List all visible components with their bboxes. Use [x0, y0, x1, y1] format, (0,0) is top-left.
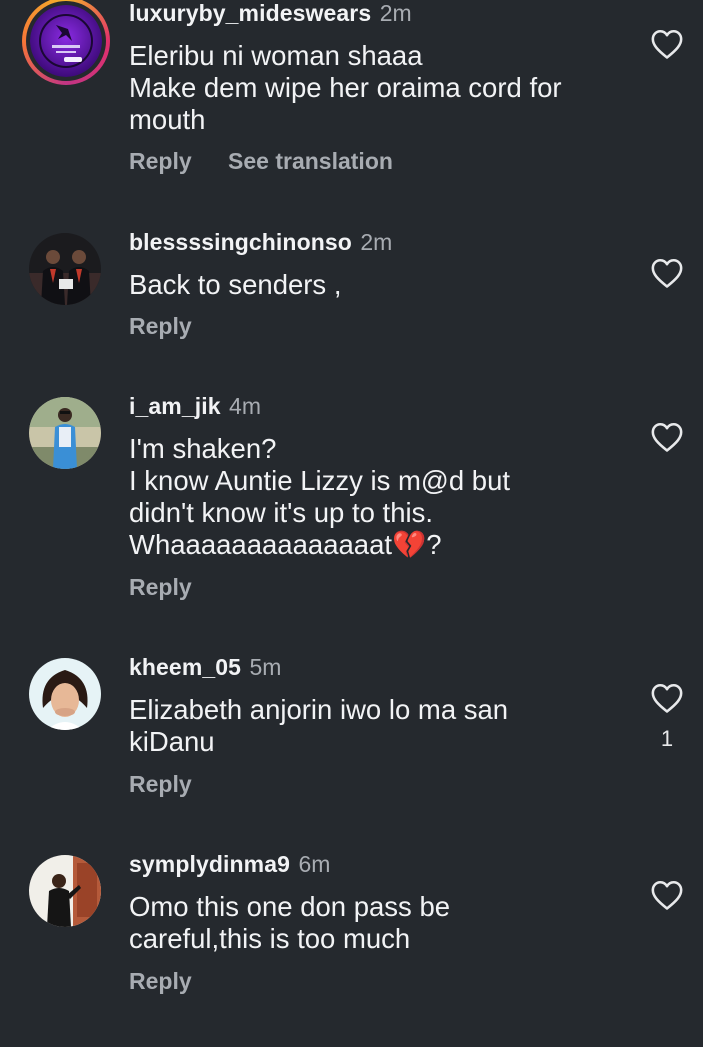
- avatar-symplydinma9[interactable]: [29, 855, 101, 927]
- comment-username[interactable]: symplydinma9: [129, 851, 290, 877]
- reply-button[interactable]: Reply: [129, 574, 192, 600]
- comment-time: 6m: [298, 851, 331, 877]
- see-translation-button[interactable]: See translation: [228, 148, 393, 174]
- avatar-ring-gap: [26, 1, 106, 81]
- reply-button[interactable]: Reply: [129, 313, 192, 339]
- comment-time: 5m: [249, 654, 282, 680]
- reply-button[interactable]: Reply: [129, 771, 192, 797]
- comment-text: Elizabeth anjorin iwo lo ma san kiDanu: [129, 694, 509, 757]
- comment-text: Eleribu ni woman shaaa Make dem wipe her…: [129, 40, 562, 135]
- comment-text: Omo this one don pass be careful,this is…: [129, 891, 451, 954]
- heart-outline-icon[interactable]: [650, 421, 684, 453]
- comment-username[interactable]: i_am_jik: [129, 393, 221, 419]
- heart-outline-icon[interactable]: [650, 682, 684, 714]
- reply-button[interactable]: Reply: [129, 968, 192, 994]
- comment-username[interactable]: blessssingchinonso: [129, 229, 352, 255]
- comments-list: luxuryby_mideswears 2m Eleribu ni woman …: [0, 0, 703, 1047]
- comment-time: 2m: [379, 0, 412, 26]
- comment-text: I'm shaken? I know Auntie Lizzy is m@d b…: [129, 433, 510, 560]
- reply-button[interactable]: Reply: [129, 148, 192, 174]
- comment-time: 4m: [229, 393, 261, 419]
- avatar-story-ring[interactable]: [22, 0, 110, 85]
- comment-username[interactable]: kheem_05: [129, 654, 241, 680]
- comment-username[interactable]: luxuryby_mideswears: [129, 0, 371, 26]
- comment-text: Back to senders ,: [129, 269, 342, 300]
- heart-outline-icon[interactable]: [650, 879, 684, 911]
- heart-outline-icon[interactable]: [650, 257, 684, 289]
- avatar-i-am-jik[interactable]: [29, 397, 101, 469]
- heart-outline-icon[interactable]: [650, 28, 684, 60]
- avatar-luxuryby-mideswears: [30, 5, 102, 77]
- comment-time: 2m: [360, 229, 393, 255]
- avatar-blessssingchinonso[interactable]: [29, 233, 101, 305]
- avatar-kheem-05[interactable]: [29, 658, 101, 730]
- like-count: 1: [660, 726, 674, 751]
